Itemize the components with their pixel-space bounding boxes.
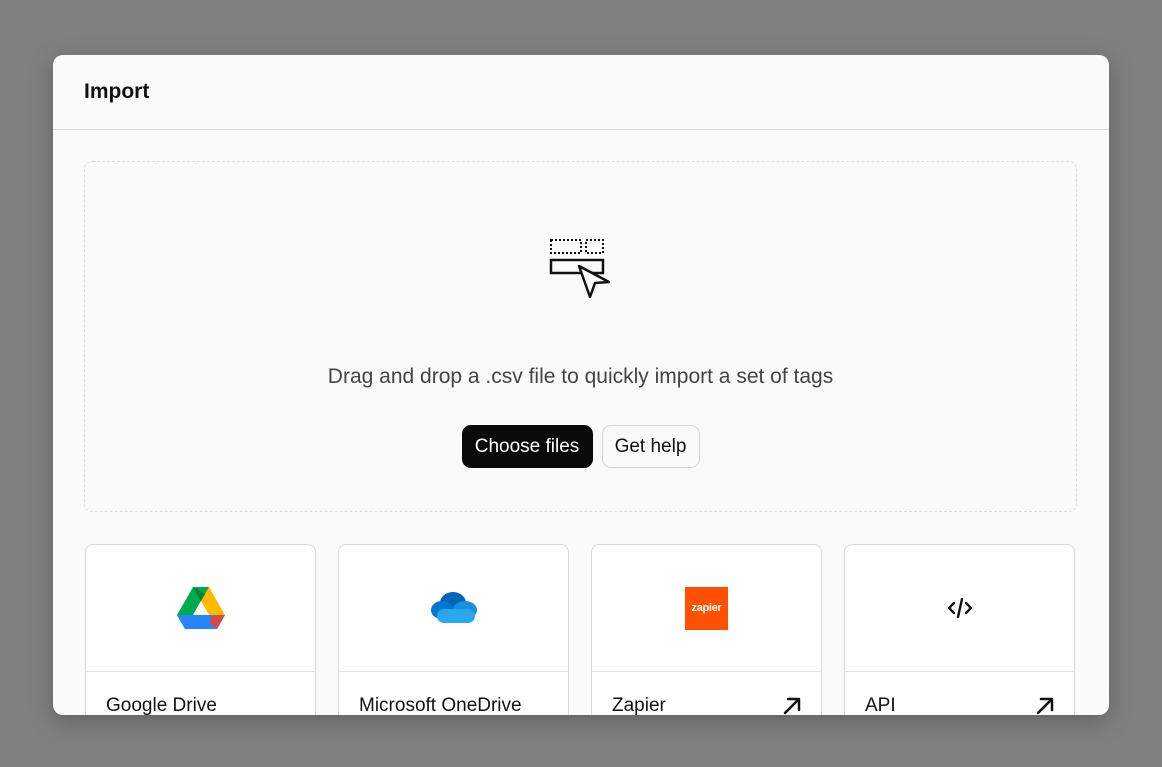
external-link-arrow-icon — [783, 697, 801, 715]
card-logo-area — [845, 545, 1074, 672]
source-card-zapier[interactable]: zapier Zapier — [591, 544, 822, 715]
source-card-api[interactable]: API — [844, 544, 1075, 715]
choose-files-button[interactable]: Choose files — [461, 425, 593, 468]
dropzone-actions: Choose files Get help — [85, 425, 1076, 468]
card-label: Zapier — [612, 695, 666, 715]
zapier-logo-text: zapier — [691, 602, 722, 614]
card-label: API — [865, 695, 896, 715]
card-label: Google Drive — [106, 695, 217, 715]
card-logo-area: zapier — [592, 545, 821, 672]
onedrive-icon — [430, 592, 477, 623]
source-card-google-drive[interactable]: Google Drive — [85, 544, 316, 715]
file-dropzone[interactable]: Drag and drop a .csv file to quickly imp… — [84, 161, 1077, 512]
drag-drop-cursor-icon — [549, 239, 611, 299]
zapier-icon: zapier — [685, 586, 728, 630]
card-label: Microsoft OneDrive — [359, 695, 522, 715]
source-card-onedrive[interactable]: Microsoft OneDrive — [338, 544, 569, 715]
modal-title: Import — [84, 80, 150, 103]
external-link-arrow-icon — [1036, 697, 1054, 715]
get-help-button[interactable]: Get help — [601, 425, 700, 468]
code-icon — [947, 597, 972, 619]
import-sources: Google Drive Microsoft OneDrive zapier Z… — [85, 544, 1075, 715]
modal-header: Import — [53, 55, 1109, 130]
dropzone-message: Drag and drop a .csv file to quickly imp… — [327, 365, 834, 388]
import-modal: Import Drag and drop a .csv file to quic… — [53, 55, 1109, 715]
google-drive-icon — [176, 586, 225, 629]
card-logo-area — [86, 545, 315, 672]
card-logo-area — [339, 545, 568, 672]
